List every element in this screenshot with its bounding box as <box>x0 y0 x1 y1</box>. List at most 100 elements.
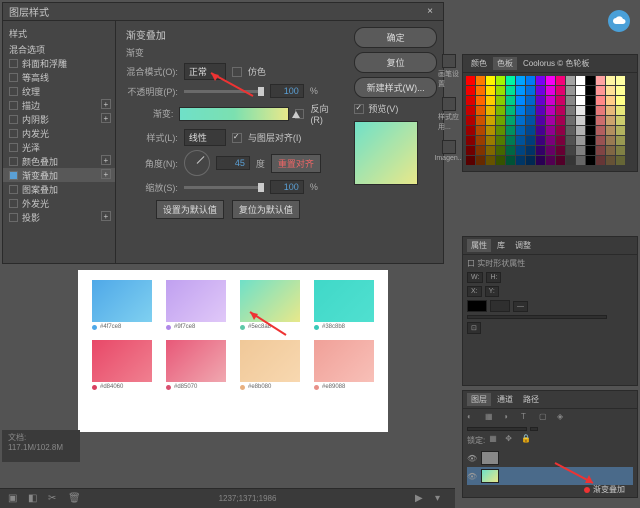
gradient-style-select[interactable]: 线性 <box>184 129 226 146</box>
opacity-input[interactable]: 100 <box>270 84 304 98</box>
color-swatch[interactable] <box>616 136 625 145</box>
style-item-9[interactable]: 图案叠加 <box>3 182 115 196</box>
gradient-picker[interactable] <box>179 107 289 121</box>
style-checkbox[interactable] <box>9 143 18 152</box>
color-swatch[interactable] <box>476 156 485 165</box>
color-swatch[interactable] <box>586 76 595 85</box>
color-swatch[interactable] <box>496 76 505 85</box>
gradient-swatch-1[interactable] <box>166 280 226 322</box>
color-swatch[interactable] <box>506 146 515 155</box>
x-input[interactable]: X: <box>467 286 482 297</box>
color-swatch[interactable] <box>566 86 575 95</box>
color-swatch[interactable] <box>546 136 555 145</box>
color-swatch[interactable] <box>486 86 495 95</box>
preview-checkbox[interactable] <box>354 104 364 114</box>
color-swatch[interactable] <box>606 116 615 125</box>
color-swatch[interactable] <box>606 86 615 95</box>
color-swatch[interactable] <box>516 76 525 85</box>
add-style-icon[interactable]: + <box>101 99 111 109</box>
color-swatch[interactable] <box>506 136 515 145</box>
fill-swatch[interactable] <box>467 300 487 312</box>
color-swatch[interactable] <box>596 76 605 85</box>
color-swatch[interactable] <box>606 136 615 145</box>
gradient-swatch-5[interactable] <box>166 340 226 382</box>
color-swatch[interactable] <box>526 86 535 95</box>
trash-icon[interactable]: 🗑 <box>68 493 80 505</box>
blending-options[interactable]: 混合选项 <box>3 42 115 56</box>
color-swatch[interactable] <box>516 146 525 155</box>
frame-icon[interactable]: ◧ <box>28 493 40 505</box>
color-swatch[interactable] <box>466 156 475 165</box>
style-item-4[interactable]: 内阴影+ <box>3 112 115 126</box>
color-swatch[interactable] <box>556 136 565 145</box>
color-swatch[interactable] <box>526 126 535 135</box>
color-swatch[interactable] <box>586 126 595 135</box>
tab-libraries[interactable]: 库 <box>493 239 509 252</box>
color-swatch[interactable] <box>506 156 515 165</box>
style-item-7[interactable]: 颜色叠加+ <box>3 154 115 168</box>
reset-default-button[interactable]: 复位为默认值 <box>232 200 300 219</box>
color-swatch[interactable] <box>486 96 495 105</box>
tab-adjustments[interactable]: 调整 <box>511 239 535 252</box>
stroke-swatch[interactable] <box>490 300 510 312</box>
color-swatch[interactable] <box>536 86 545 95</box>
style-checkbox[interactable] <box>9 213 18 222</box>
color-swatch[interactable] <box>616 86 625 95</box>
color-swatch[interactable] <box>506 126 515 135</box>
timeline-icon[interactable]: ▣ <box>8 493 20 505</box>
color-swatch[interactable] <box>496 146 505 155</box>
color-swatch[interactable] <box>486 106 495 115</box>
tab-properties[interactable]: 属性 <box>467 239 491 252</box>
color-swatch[interactable] <box>546 156 555 165</box>
color-swatch[interactable] <box>546 126 555 135</box>
close-icon[interactable]: × <box>423 6 437 17</box>
gradient-swatch-6[interactable] <box>240 340 300 382</box>
color-swatch[interactable] <box>526 106 535 115</box>
color-swatch[interactable] <box>516 86 525 95</box>
color-swatch[interactable] <box>546 146 555 155</box>
color-swatch[interactable] <box>586 146 595 155</box>
color-swatch[interactable] <box>556 76 565 85</box>
color-swatch[interactable] <box>476 76 485 85</box>
color-swatch[interactable] <box>606 146 615 155</box>
gradient-swatch-2[interactable] <box>240 280 300 322</box>
cloud-sync-icon[interactable] <box>608 10 630 32</box>
color-swatch[interactable] <box>616 106 625 115</box>
color-swatch[interactable] <box>516 126 525 135</box>
color-swatch[interactable] <box>516 136 525 145</box>
add-style-icon[interactable]: + <box>101 211 111 221</box>
color-swatch[interactable] <box>496 116 505 125</box>
color-swatch[interactable] <box>546 106 555 115</box>
tab-layers[interactable]: 图层 <box>467 393 491 406</box>
color-swatch[interactable] <box>576 86 585 95</box>
color-swatch[interactable] <box>526 146 535 155</box>
color-swatch[interactable] <box>466 76 475 85</box>
color-swatch[interactable] <box>576 126 585 135</box>
color-swatch[interactable] <box>616 76 625 85</box>
scale-slider[interactable] <box>184 186 264 189</box>
color-swatch[interactable] <box>476 116 485 125</box>
color-swatch[interactable] <box>566 146 575 155</box>
color-swatch[interactable] <box>556 126 565 135</box>
reset-align-button[interactable]: 重置对齐 <box>271 154 321 173</box>
color-swatch[interactable] <box>556 106 565 115</box>
color-swatch[interactable] <box>526 136 535 145</box>
color-swatch[interactable] <box>486 116 495 125</box>
color-swatch[interactable] <box>546 116 555 125</box>
color-swatch[interactable] <box>556 156 565 165</box>
color-swatch[interactable] <box>616 96 625 105</box>
color-swatch[interactable] <box>536 146 545 155</box>
tab-channels[interactable]: 通道 <box>493 393 517 406</box>
color-swatch[interactable] <box>576 96 585 105</box>
styles-tab[interactable]: 样式应用... <box>438 97 460 132</box>
lock-all-icon[interactable]: 🔒 <box>521 434 533 446</box>
style-checkbox[interactable] <box>9 199 18 208</box>
color-swatch[interactable] <box>476 146 485 155</box>
style-item-5[interactable]: 内发光 <box>3 126 115 140</box>
style-item-10[interactable]: 外发光 <box>3 196 115 210</box>
lock-position-icon[interactable]: ✥ <box>505 434 517 446</box>
color-swatch[interactable] <box>526 96 535 105</box>
blend-mode-select[interactable]: 正常 <box>184 63 226 80</box>
color-swatch[interactable] <box>526 116 535 125</box>
layer-row[interactable]: 👁 <box>467 449 633 467</box>
